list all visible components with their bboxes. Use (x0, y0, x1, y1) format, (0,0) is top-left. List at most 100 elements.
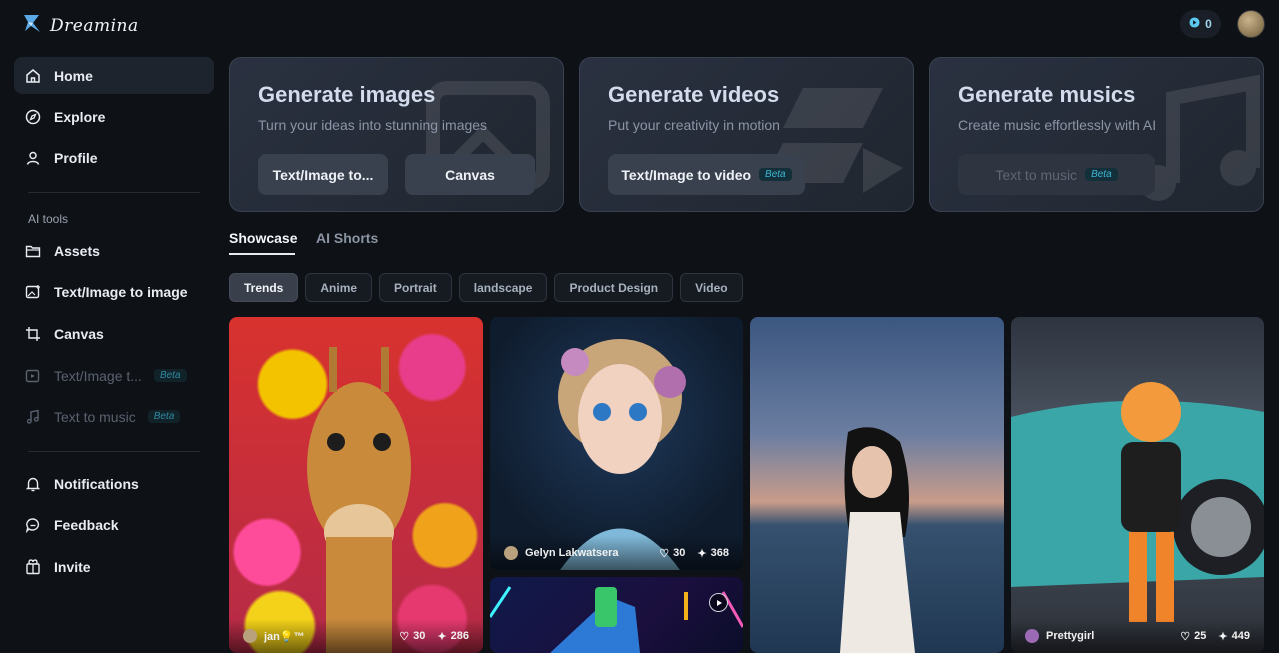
heart-icon: ♡ (399, 630, 410, 643)
nav-text-image-to-image-label: Text/Image to image (54, 283, 188, 300)
chip-trends[interactable]: Trends (229, 273, 299, 302)
gallery-item[interactable]: Gelyn Lakwatsera ♡ 30 ✦ 368 (490, 317, 743, 570)
gallery-item[interactable]: jan💡™ ♡ 30 ✦ 286 (229, 317, 483, 653)
tab-ai-shorts[interactable]: AI Shorts (316, 230, 378, 246)
nav-text-to-music[interactable]: Text to music Beta (14, 398, 214, 435)
author-avatar (504, 546, 518, 560)
video-plus-icon (24, 367, 42, 385)
gallery-item-meta: Prettygirl ♡ 25 ✦ 449 (1011, 619, 1264, 653)
use-stat: ✦ 449 (1218, 630, 1250, 643)
chat-bubble-icon (24, 516, 42, 534)
music-note-icon (24, 408, 42, 426)
beta-badge: Beta (1085, 168, 1118, 181)
nav-explore[interactable]: Explore (14, 98, 214, 135)
gallery-video-item[interactable] (490, 577, 743, 653)
user-avatar[interactable] (1237, 10, 1265, 38)
cat-with-car-image (1011, 382, 1264, 622)
generate-images-card: Generate images Turn your ideas into stu… (229, 57, 564, 212)
bell-icon (24, 475, 42, 493)
user-icon (24, 149, 42, 167)
text-to-music-button[interactable]: Text to music Beta (958, 154, 1155, 195)
heart-icon: ♡ (659, 547, 670, 560)
nav-invite-label: Invite (54, 558, 91, 575)
nav-feedback[interactable]: Feedback (14, 506, 214, 543)
card-title: Generate musics (958, 82, 1136, 107)
category-filter-bar: Trends Anime Portrait landscape Product … (229, 273, 743, 302)
sidebar-divider (28, 451, 200, 452)
chip-anime[interactable]: Anime (305, 273, 373, 302)
brand-name: Dreamina (50, 15, 139, 36)
author-name: Gelyn Lakwatsera (525, 547, 619, 559)
nav-notifications-label: Notifications (54, 475, 139, 492)
doll-portrait-image (558, 339, 686, 570)
use-count: 368 (710, 547, 729, 559)
nav-assets[interactable]: Assets (14, 232, 214, 269)
chip-video[interactable]: Video (680, 273, 743, 302)
nav-text-to-music-label: Text to music (54, 408, 136, 425)
brand-logo[interactable]: Dreamina (22, 12, 139, 39)
text-image-to-image-button[interactable]: Text/Image to... (258, 154, 388, 195)
button-label: Text to music (995, 166, 1078, 183)
card-title: Generate videos (608, 82, 780, 107)
card-title: Generate images (258, 82, 436, 107)
text-image-to-video-button[interactable]: Text/Image to video Beta (608, 154, 805, 195)
nav-text-image-to-image[interactable]: Text/Image to image (14, 273, 214, 310)
crop-icon (24, 325, 42, 343)
compass-icon (24, 108, 42, 126)
nav-profile[interactable]: Profile (14, 139, 214, 176)
nav-feedback-label: Feedback (54, 516, 119, 533)
nav-assets-label: Assets (54, 242, 100, 259)
author[interactable]: Prettygirl (1025, 629, 1168, 643)
nav-text-image-to-video[interactable]: Text/Image t... Beta (14, 357, 214, 394)
chip-portrait[interactable]: Portrait (379, 273, 452, 302)
nav-profile-label: Profile (54, 149, 98, 166)
chip-landscape[interactable]: landscape (458, 273, 548, 302)
nav-home[interactable]: Home (14, 57, 214, 94)
like-count: 30 (413, 630, 426, 642)
beta-badge: Beta (759, 168, 792, 181)
like-stat[interactable]: ♡ 30 (399, 630, 425, 643)
author-avatar (243, 629, 257, 643)
canvas-button[interactable]: Canvas (405, 154, 535, 195)
chip-product-design[interactable]: Product Design (554, 273, 674, 302)
tab-showcase[interactable]: Showcase (229, 230, 297, 246)
gallery-item[interactable]: Prettygirl ♡ 25 ✦ 449 (1011, 317, 1264, 653)
generate-musics-card: Generate musics Create music effortlessl… (929, 57, 1264, 212)
nav-invite[interactable]: Invite (14, 548, 214, 585)
card-subtitle: Turn your ideas into stunning images (258, 117, 488, 133)
like-count: 25 (1194, 630, 1207, 642)
nav-text-image-to-video-label: Text/Image t... (54, 367, 142, 384)
card-subtitle: Put your creativity in motion (608, 117, 780, 133)
use-count: 449 (1231, 630, 1250, 642)
gallery-item-meta: Gelyn Lakwatsera ♡ 30 ✦ 368 (490, 536, 743, 570)
heart-icon: ♡ (1180, 630, 1191, 643)
use-stat: ✦ 286 (437, 630, 469, 643)
card-subtitle: Create music effortlessly with AI (958, 117, 1157, 133)
gallery-item-meta: jan💡™ ♡ 30 ✦ 286 (229, 619, 483, 653)
author-avatar (1025, 629, 1039, 643)
giraffe-image (307, 347, 411, 653)
nav-notifications[interactable]: Notifications (14, 465, 214, 502)
sparkle-icon: ✦ (697, 547, 707, 560)
app-root: Dreamina Home Explore Profile AI tools A… (0, 0, 1279, 653)
nav-canvas[interactable]: Canvas (14, 315, 214, 352)
gallery-item[interactable] (750, 317, 1004, 653)
like-stat[interactable]: ♡ 30 (659, 547, 685, 560)
like-stat[interactable]: ♡ 25 (1180, 630, 1206, 643)
neon-video-thumbnail (490, 586, 743, 653)
author[interactable]: Gelyn Lakwatsera (504, 546, 647, 560)
author-name: jan💡™ (264, 630, 305, 643)
credits-count: 0 (1205, 17, 1212, 31)
play-icon[interactable] (709, 593, 728, 612)
beta-badge: Beta (147, 410, 181, 423)
image-plus-icon (24, 283, 42, 301)
like-count: 30 (673, 547, 686, 559)
sidebar-divider (28, 192, 200, 193)
credits-button[interactable]: 0 (1180, 10, 1221, 38)
gift-icon (24, 558, 42, 576)
author[interactable]: jan💡™ (243, 629, 387, 643)
generate-videos-card: Generate videos Put your creativity in m… (579, 57, 914, 212)
beta-badge: Beta (153, 369, 187, 382)
ai-tools-heading: AI tools (28, 212, 69, 226)
sparkle-icon: ✦ (1218, 630, 1228, 643)
